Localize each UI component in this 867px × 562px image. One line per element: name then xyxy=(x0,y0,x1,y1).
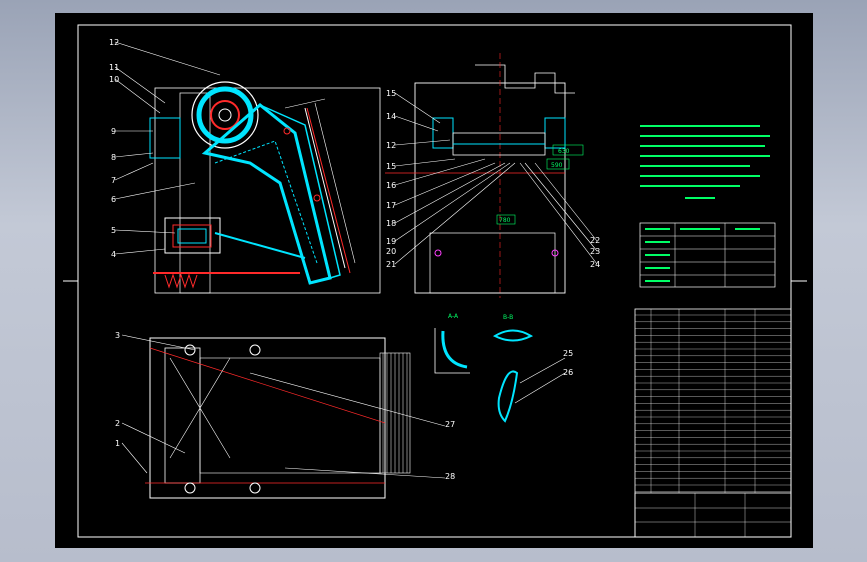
parts-list xyxy=(634,308,792,538)
bolt-1 xyxy=(283,127,291,135)
balloon-15a: 15 xyxy=(386,89,396,98)
technical-requirements xyxy=(639,125,776,288)
notes-line-4 xyxy=(640,155,770,157)
section-bb-label: B-B xyxy=(503,314,513,321)
front-view: 630 590 780 15 14 12 15 16 17 18 19 20 2… xyxy=(385,53,600,298)
section-bb-profile xyxy=(492,329,534,342)
notes-line-6 xyxy=(640,175,760,177)
balloon-3: 3 xyxy=(115,331,120,340)
dim-630: 630 xyxy=(558,148,570,155)
sheet-border xyxy=(77,24,792,538)
balloon-7: 7 xyxy=(111,176,116,185)
balloon-28: 28 xyxy=(445,472,455,481)
notes-line-5 xyxy=(640,165,750,167)
balloon-10: 10 xyxy=(109,75,119,84)
leader-top-right xyxy=(284,98,326,109)
plan-leaders xyxy=(121,334,446,479)
drawing-svg: 12 11 10 9 8 7 6 5 4 630 590 780 15 14 1… xyxy=(63,24,807,538)
plan-grille-lines xyxy=(382,353,408,473)
front-top-profile xyxy=(475,64,575,94)
balloon-12a: 12 xyxy=(109,38,119,47)
cad-viewport[interactable]: 12 11 10 9 8 7 6 5 4 630 590 780 15 14 1… xyxy=(0,0,867,562)
notes-subtitle xyxy=(685,197,715,199)
plan-bolt-bl xyxy=(184,482,196,494)
front-frame xyxy=(414,82,566,294)
balloon-14: 14 xyxy=(386,112,396,121)
balloon-20: 20 xyxy=(386,247,396,256)
plan-left-block xyxy=(164,347,201,484)
front-leaders xyxy=(394,92,598,265)
notes-line-7 xyxy=(640,185,740,187)
balloon-9: 9 xyxy=(111,127,116,136)
section-details: A-A B-B 25 26 xyxy=(434,313,573,423)
bolt-2 xyxy=(313,194,321,202)
plan-bolt-br xyxy=(249,482,261,494)
eccentric-shaft xyxy=(210,100,240,130)
section-aa-profile xyxy=(441,330,468,369)
plan-bolt-tr xyxy=(249,344,261,356)
toggle-block xyxy=(172,224,212,248)
return-spring xyxy=(164,273,198,289)
notes-line-1 xyxy=(640,125,760,127)
side-front-wall xyxy=(179,92,211,294)
balloon-22: 22 xyxy=(590,236,600,245)
dim-590: 590 xyxy=(551,162,563,169)
notes-line-3 xyxy=(640,145,765,147)
section-line-a xyxy=(306,107,351,274)
section-cc-profile xyxy=(497,370,519,423)
balloon-8: 8 xyxy=(111,153,116,162)
plan-view: 3 2 1 27 28 xyxy=(115,331,455,499)
balloon-27: 27 xyxy=(445,420,455,429)
side-leaders xyxy=(114,41,221,255)
plan-frame xyxy=(149,337,386,499)
balloon-4: 4 xyxy=(111,250,116,259)
balloon-6: 6 xyxy=(111,195,116,204)
balloon-18: 18 xyxy=(386,219,396,228)
balloon-12b: 12 xyxy=(386,141,396,150)
shaft-center xyxy=(218,108,232,122)
balloon-15b: 15 xyxy=(386,162,396,171)
plan-chamber xyxy=(199,357,381,474)
side-bearing-housing xyxy=(149,117,181,159)
plan-bolt-tl xyxy=(184,344,196,356)
balloon-26: 26 xyxy=(563,368,573,377)
flywheel-rim xyxy=(196,86,254,144)
dim-780: 780 xyxy=(499,217,511,224)
balloon-16: 16 xyxy=(386,181,396,190)
front-bearing-right xyxy=(544,117,566,149)
title-block xyxy=(634,492,792,538)
front-bearing-left xyxy=(432,117,454,149)
toggle-plate xyxy=(214,232,306,259)
balloon-24: 24 xyxy=(590,260,600,269)
balloon-23: 23 xyxy=(590,247,600,256)
fixed-jaw xyxy=(304,107,346,269)
side-frame xyxy=(154,87,381,294)
section-aa-label: A-A xyxy=(448,313,459,320)
notes-line-2 xyxy=(640,135,770,137)
balloon-2: 2 xyxy=(115,419,120,428)
parts-table-frame xyxy=(634,308,792,538)
toggle-inner xyxy=(177,228,207,244)
drawing-sheet[interactable]: 12 11 10 9 8 7 6 5 4 630 590 780 15 14 1… xyxy=(55,13,813,548)
balloon-19: 19 xyxy=(386,237,396,246)
front-lower-body xyxy=(429,232,556,294)
side-view: 12 11 10 9 8 7 6 5 4 xyxy=(109,38,381,294)
balloon-17: 17 xyxy=(386,201,396,210)
plan-section-line xyxy=(149,347,386,424)
balloon-25: 25 xyxy=(563,349,573,358)
balloon-21: 21 xyxy=(386,260,396,269)
balloon-5: 5 xyxy=(111,226,116,235)
balloon-11: 11 xyxy=(109,63,119,72)
front-hole-left xyxy=(434,249,442,257)
balloon-1: 1 xyxy=(115,439,120,448)
